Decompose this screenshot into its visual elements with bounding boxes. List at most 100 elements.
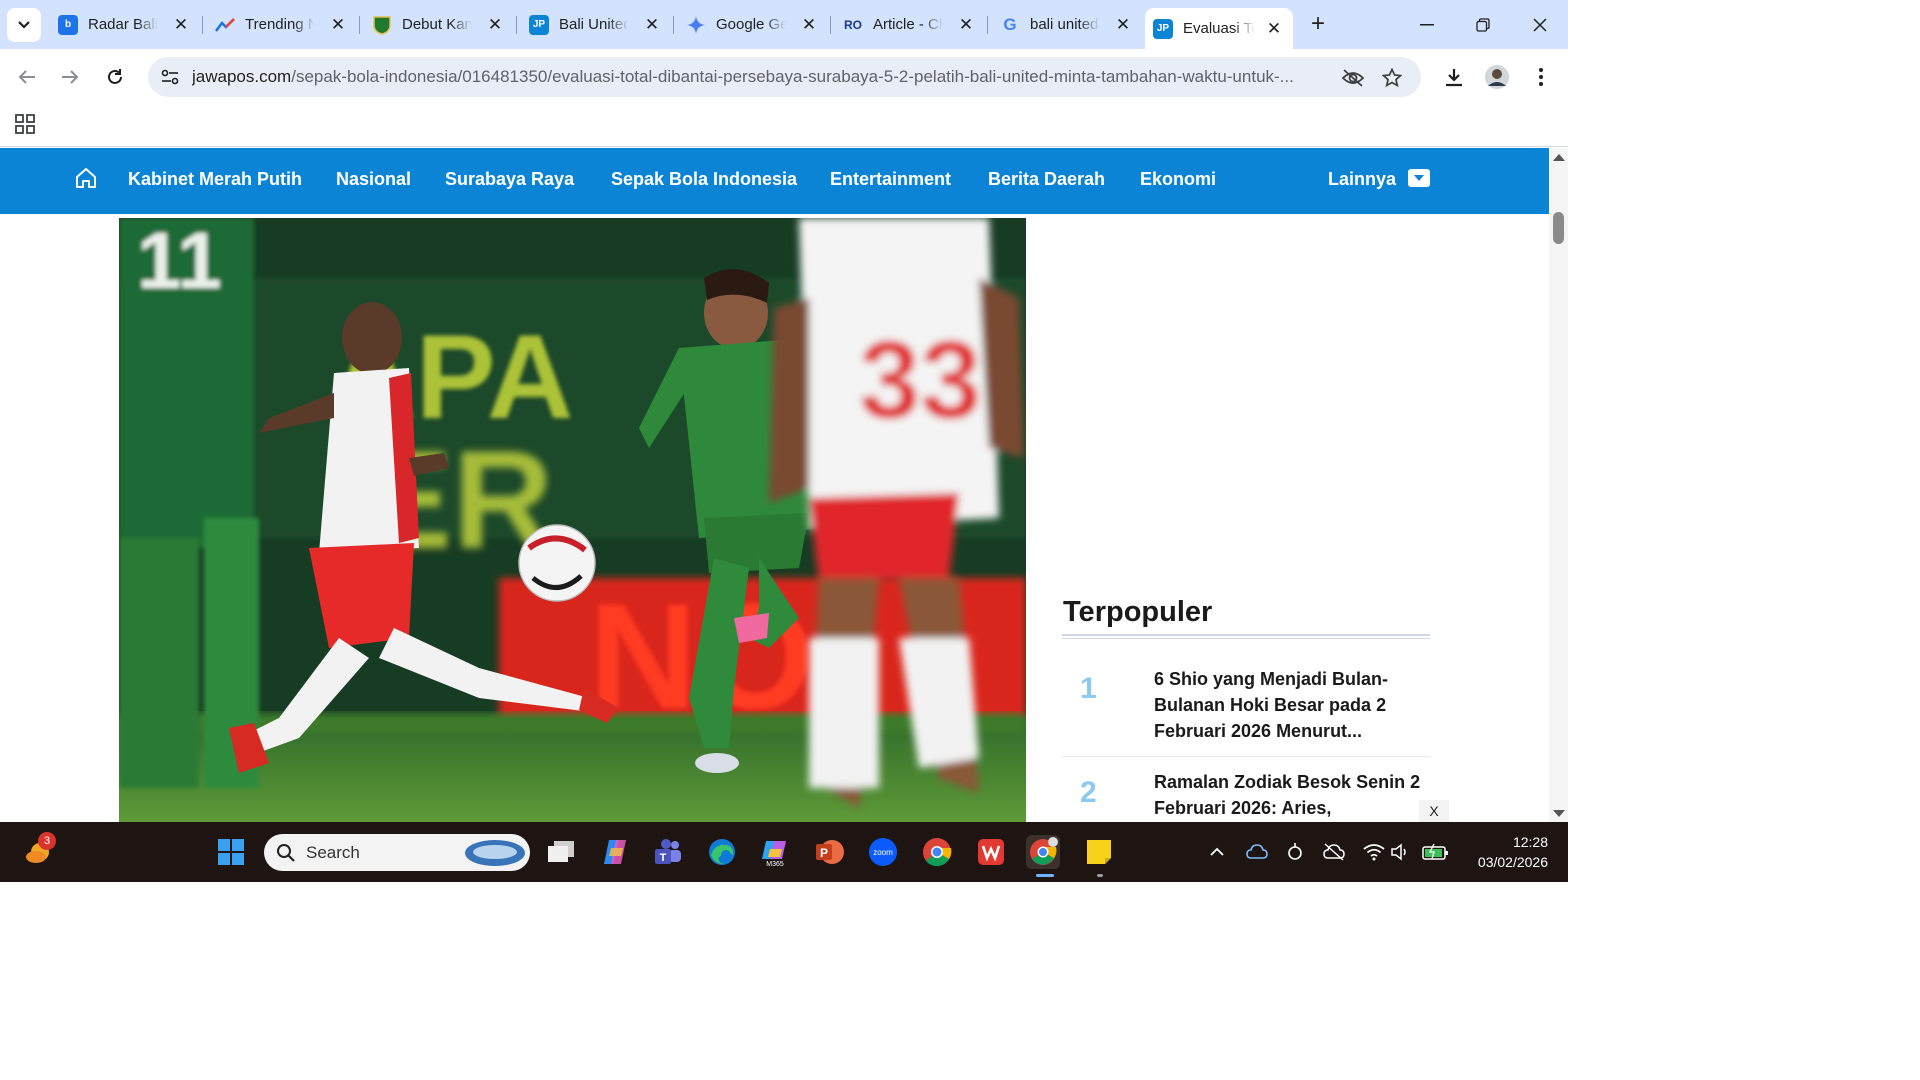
page-scrollbar[interactable] <box>1549 148 1568 822</box>
copilot-button[interactable] <box>598 835 632 869</box>
m365-icon: M365 <box>762 841 786 867</box>
tab-bali-united-search[interactable]: G bali united ✕ <box>992 8 1142 41</box>
zoom-button[interactable]: zoom <box>866 835 900 869</box>
tab-evaluasi-total-active[interactable]: JP Evaluasi Total ✕ <box>1145 8 1293 49</box>
close-window-button[interactable] <box>1525 10 1555 40</box>
bookmark-star-icon[interactable] <box>1379 65 1405 91</box>
nav-lainnya[interactable]: Lainnya <box>1328 169 1396 190</box>
caret-down-icon[interactable] <box>1408 169 1430 187</box>
tab-title: Article - Chat <box>873 16 943 33</box>
close-icon[interactable]: ✕ <box>172 15 190 35</box>
new-tab-button[interactable]: + <box>1305 12 1331 38</box>
article-favicon-icon: RO <box>844 17 862 32</box>
downloads-button[interactable] <box>1439 62 1469 92</box>
tab-article[interactable]: RO Article - Chat ✕ <box>835 8 985 41</box>
nav-sepak-bola-indonesia[interactable]: Sepak Bola Indonesia <box>611 169 797 190</box>
reload-button[interactable] <box>100 62 130 92</box>
restore-icon <box>1476 18 1490 32</box>
svg-text:zoom: zoom <box>873 848 893 857</box>
apps-grid-icon[interactable] <box>14 113 36 135</box>
task-view-button[interactable] <box>544 835 578 869</box>
jawapos-favicon-icon: JP <box>529 14 549 35</box>
arrow-right-icon <box>62 70 79 84</box>
home-icon[interactable] <box>74 166 98 190</box>
nav-ekonomi[interactable]: Ekonomi <box>1140 169 1216 190</box>
close-ad-button[interactable]: X <box>1419 800 1449 822</box>
google-g-icon: G <box>1003 14 1017 34</box>
close-icon[interactable]: ✕ <box>800 15 818 35</box>
start-button[interactable] <box>214 835 248 869</box>
tab-trending[interactable]: Trending Now ✕ <box>207 8 357 41</box>
forward-button[interactable] <box>55 62 85 92</box>
profile-avatar[interactable] <box>1482 62 1512 92</box>
volume-tray[interactable] <box>1389 840 1413 864</box>
close-icon[interactable]: ✕ <box>643 15 661 35</box>
system-clock[interactable]: 12:28 03/02/2026 <box>1466 832 1548 872</box>
scroll-thumb[interactable] <box>1553 212 1564 244</box>
tab-google-gemini[interactable]: Google Gemini ✕ <box>678 8 828 41</box>
nav-berita-daerah[interactable]: Berita Daerah <box>988 169 1105 190</box>
menu-button[interactable] <box>1526 62 1556 92</box>
chrome-profile-button[interactable] <box>1026 835 1060 869</box>
football-ball <box>518 524 596 602</box>
edge-button[interactable] <box>705 835 739 869</box>
jawapos-favicon-icon: JP <box>1153 18 1173 39</box>
chrome-icon <box>923 838 952 867</box>
close-icon[interactable]: ✕ <box>957 15 975 35</box>
popular-headline[interactable]: 6 Shio yang Menjadi Bulan-Bulanan Hoki B… <box>1154 666 1422 744</box>
onedrive-tray[interactable] <box>1245 840 1269 864</box>
divider <box>1062 756 1430 757</box>
search-highlight-icon <box>465 839 525 866</box>
scroll-down-icon[interactable] <box>1553 810 1565 817</box>
eye-off-icon[interactable] <box>1340 65 1366 91</box>
svg-text:M365: M365 <box>766 861 784 867</box>
taskbar-search[interactable]: Search <box>264 834 530 871</box>
close-icon[interactable]: ✕ <box>329 15 347 35</box>
m365-button[interactable]: M365 <box>758 835 792 869</box>
sticky-notes-button[interactable] <box>1082 835 1116 869</box>
address-bar[interactable]: jawapos.com/sepak-bola-indonesia/0164813… <box>148 57 1421 97</box>
scroll-up-icon[interactable] <box>1553 154 1565 161</box>
tab-radar-bali[interactable]: b Radar Bali ✕ <box>50 8 200 41</box>
edge-icon <box>709 839 735 865</box>
tab-debut-kane[interactable]: Debut Kane ✕ <box>364 8 514 41</box>
tab-separator <box>673 16 674 34</box>
cloud-sync-icon <box>1246 844 1268 859</box>
football-match-photo: APA ER NO 11 <box>119 218 1026 822</box>
close-icon[interactable]: ✕ <box>486 15 504 35</box>
popular-rank: 1 <box>1080 672 1097 705</box>
site-settings-icon[interactable] <box>158 65 182 89</box>
nav-surabaya-raya[interactable]: Surabaya Raya <box>445 169 574 190</box>
wifi-tray[interactable] <box>1362 840 1386 864</box>
jersey-number-33: 33 <box>859 319 981 442</box>
back-button[interactable] <box>12 62 42 92</box>
tab-search-button[interactable] <box>7 8 41 42</box>
nav-nasional[interactable]: Nasional <box>336 169 411 190</box>
tab-title: Google Gemini <box>716 16 786 33</box>
svg-text:P: P <box>820 846 828 860</box>
clock-time: 12:28 <box>1512 834 1548 850</box>
avatar-icon <box>1485 65 1509 89</box>
tray-overflow-button[interactable] <box>1205 840 1229 864</box>
minimize-button[interactable] <box>1412 10 1442 40</box>
teams-button[interactable]: T <box>651 835 685 869</box>
chrome-button[interactable] <box>920 835 954 869</box>
popular-headline[interactable]: Ramalan Zodiak Besok Senin 2 Februari 20… <box>1154 769 1422 821</box>
wps-button[interactable] <box>974 835 1008 869</box>
tab-bali-united[interactable]: JP Bali United ✕ <box>521 8 671 41</box>
battery-tray[interactable] <box>1422 840 1450 864</box>
notification-badge: 3 <box>38 832 56 850</box>
nav-entertainment[interactable]: Entertainment <box>830 169 951 190</box>
location-tray[interactable] <box>1283 840 1307 864</box>
close-icon[interactable]: ✕ <box>1265 19 1283 39</box>
restore-button[interactable] <box>1468 10 1498 40</box>
cloud-off-tray[interactable] <box>1322 840 1346 864</box>
teams-icon: T <box>655 839 681 864</box>
location-icon <box>1288 843 1302 860</box>
powerpoint-button[interactable]: P <box>812 835 846 869</box>
close-icon[interactable]: ✕ <box>1114 15 1132 35</box>
nav-kabinet-merah-putih[interactable]: Kabinet Merah Putih <box>128 169 302 190</box>
close-icon <box>1533 18 1547 32</box>
windows-logo-icon <box>218 839 244 865</box>
tab-title: bali united <box>1030 16 1099 33</box>
